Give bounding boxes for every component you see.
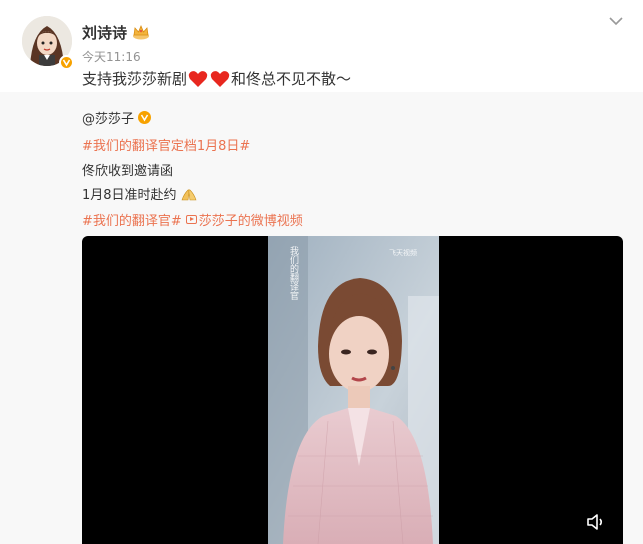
chevron-down-icon[interactable] xyxy=(608,12,624,26)
repost-text-line: 1月8日准时赴约 xyxy=(82,184,198,203)
video-link[interactable]: 莎莎子的微博视频 xyxy=(185,210,303,229)
video-link-label: 莎莎子的微博视频 xyxy=(198,214,303,229)
video-player[interactable]: 我们的翻译官 飞天视频 xyxy=(82,236,623,544)
repost-text-date: 1月8日准时赴约 xyxy=(82,188,177,203)
hashtag-link[interactable]: #我们的翻译官定档1月8日# xyxy=(82,135,250,154)
video-frame: 我们的翻译官 飞天视频 xyxy=(268,236,439,544)
verified-badge-icon xyxy=(138,111,152,124)
original-author-name[interactable]: @莎莎子 xyxy=(82,108,134,127)
author-name[interactable]: 刘诗诗 xyxy=(82,22,127,43)
volume-icon[interactable] xyxy=(586,512,608,532)
post-text-after: 和佟总不见不散～ xyxy=(231,70,352,88)
weibo-post: 刘诗诗 今天11:16 支持我莎莎新剧 和佟总不见不散～ @莎莎子 #我们的翻译… xyxy=(0,0,643,544)
repost-text-line: 佟欣收到邀请函 xyxy=(82,164,174,179)
video-watermark: 飞天视频 xyxy=(389,249,417,257)
post-text: 支持我莎莎新剧 和佟总不见不散～ xyxy=(82,68,351,89)
verified-badge-icon xyxy=(59,55,74,70)
red-heart-emoji xyxy=(188,70,208,88)
hashtag-link[interactable]: #我们的翻译官# xyxy=(82,210,182,229)
original-author-line: @莎莎子 xyxy=(82,108,152,127)
post-text-before: 支持我莎莎新剧 xyxy=(82,70,188,88)
post-time[interactable]: 今天11:16 xyxy=(82,48,141,65)
video-title-art: 我们的翻译官 xyxy=(288,246,298,300)
hashtag-line: #我们的翻译官# 莎莎子的微博视频 xyxy=(82,210,303,229)
crown-icon[interactable] xyxy=(131,24,151,40)
video-icon xyxy=(185,215,197,224)
hashtag-line: #我们的翻译官定档1月8日# xyxy=(82,135,250,154)
red-heart-emoji xyxy=(210,70,230,88)
folded-hands-emoji xyxy=(180,186,198,202)
